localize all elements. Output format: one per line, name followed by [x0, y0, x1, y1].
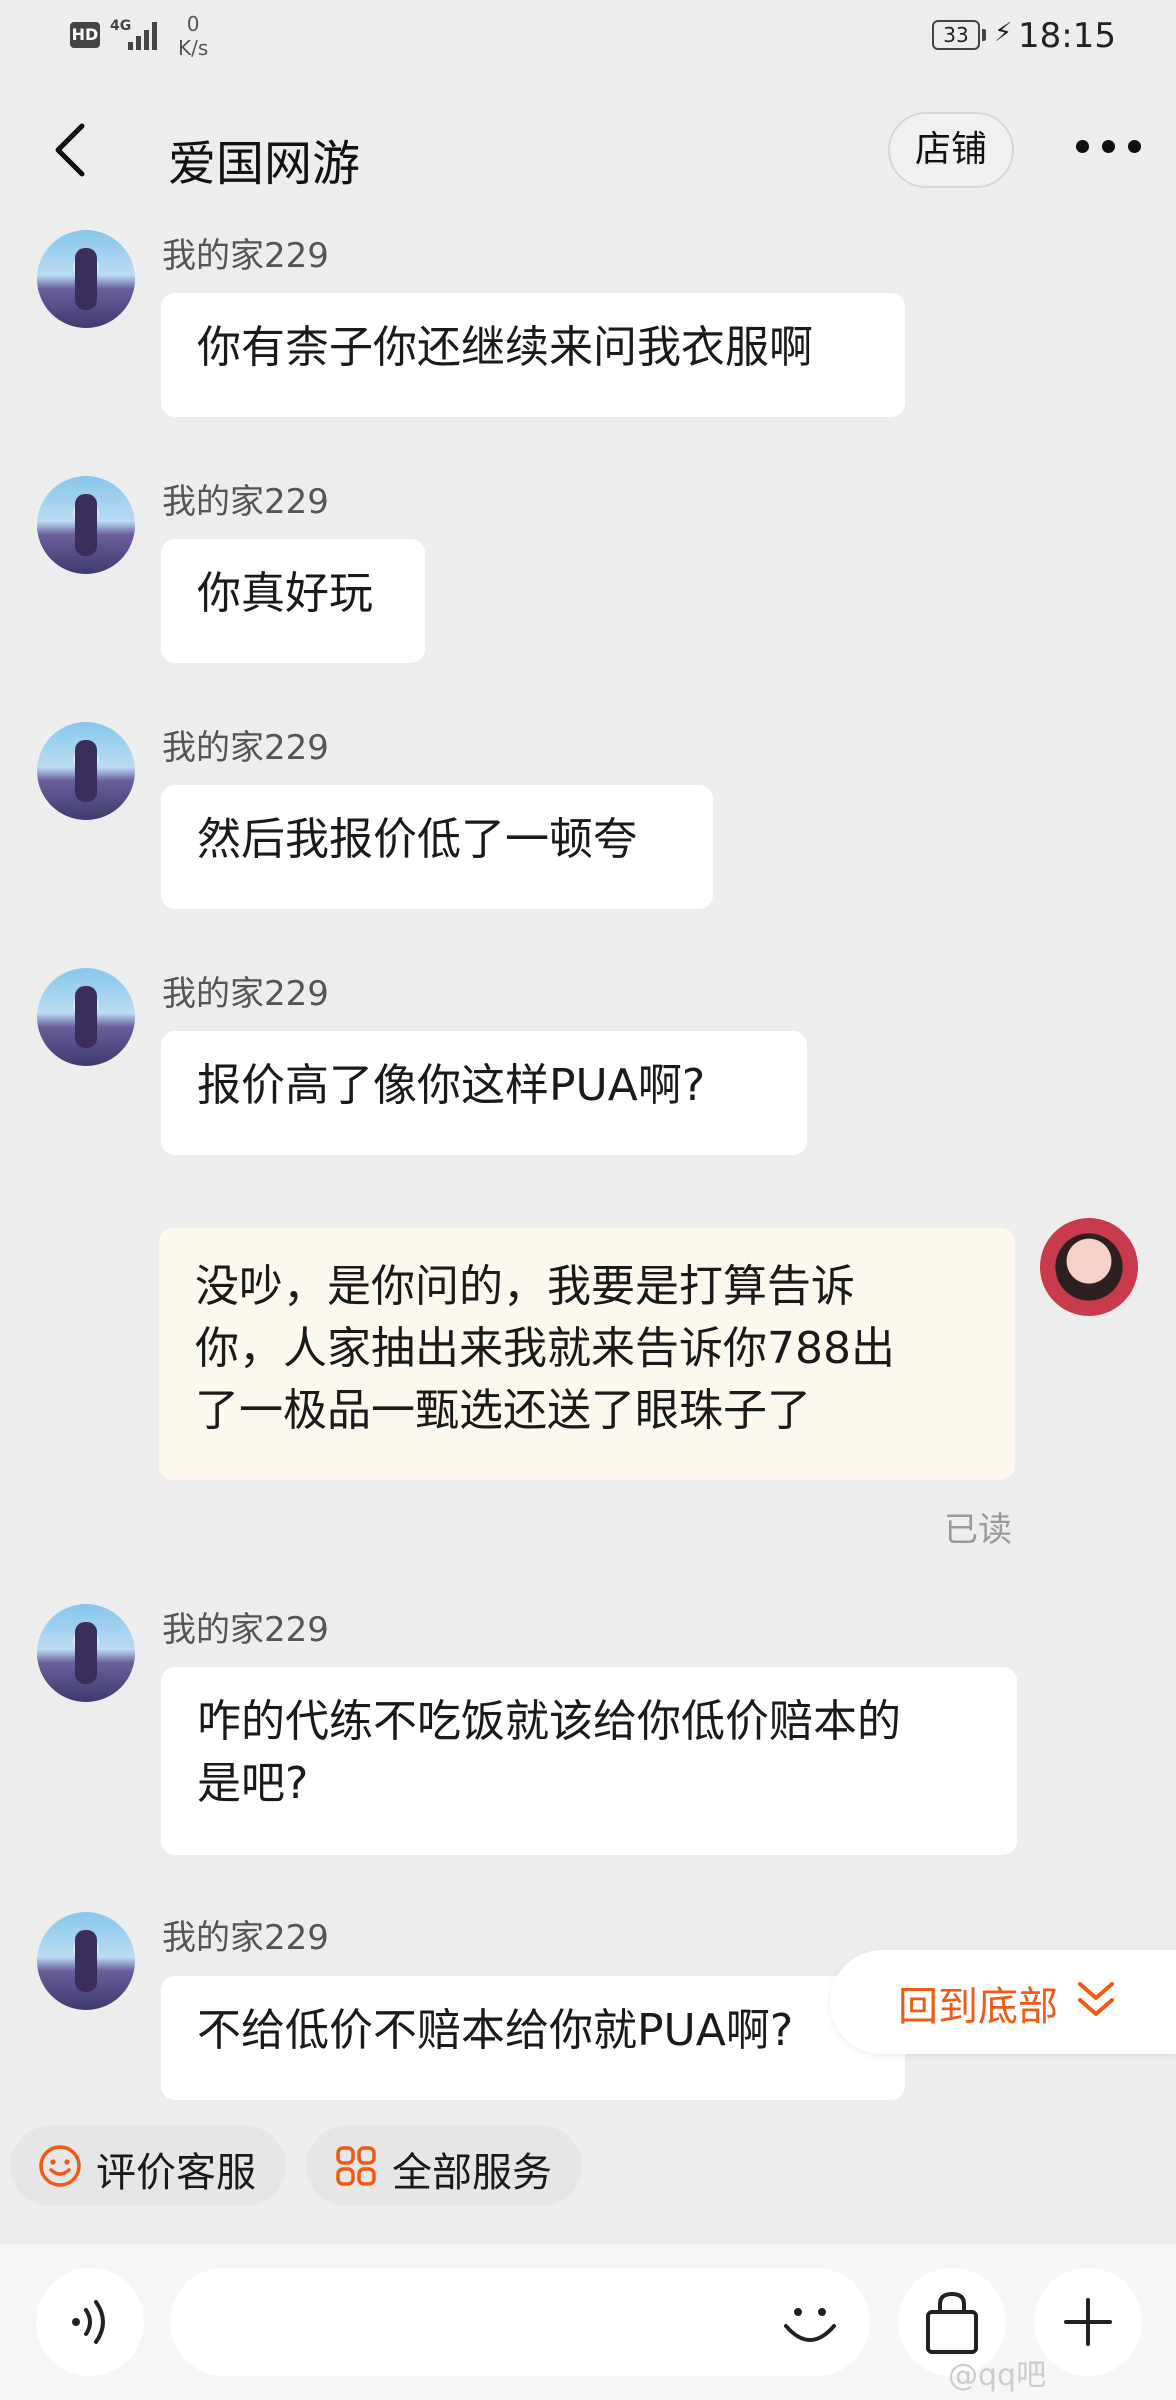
message-input[interactable]	[170, 2268, 870, 2376]
message-text: 你有柰子你还继续来问我衣服啊	[197, 322, 813, 373]
message-text: 不给低价不赔本给你就PUA啊?	[197, 2005, 794, 2056]
my-message-bubble[interactable]: 没吵，是你问的，我要是打算告诉 你，人家抽出来我就来告诉你788出 了一极品一甄…	[159, 1228, 1015, 1480]
message-line: 了一极品一甄选还送了眼珠子了	[195, 1385, 811, 1436]
status-bar: HD 4G 0 K/s 33 ⚡ 18:15	[0, 0, 1176, 80]
message-bubble[interactable]: 然后我报价低了一顿夸	[161, 785, 713, 909]
charging-icon: ⚡	[994, 18, 1013, 48]
hd-badge: HD	[70, 22, 100, 48]
sender-name: 我的家229	[162, 236, 329, 276]
back-arrow-icon	[55, 123, 85, 177]
message-bubble[interactable]: 你真好玩	[161, 539, 425, 663]
message-line: 咋的代练不吃饭就该给你低价赔本的	[197, 1696, 901, 1747]
avatar[interactable]	[37, 1912, 135, 2010]
watermark: @qq吧	[948, 2358, 1047, 2393]
avatar[interactable]	[37, 476, 135, 574]
sender-name: 我的家229	[162, 482, 329, 522]
signal-icon	[128, 22, 162, 50]
emoji-icon[interactable]	[780, 2296, 840, 2352]
chat-header: 爱国网游 店铺	[0, 80, 1176, 220]
message-text: 报价高了像你这样PUA啊?	[197, 1060, 706, 1111]
back-button[interactable]	[44, 120, 104, 180]
message-line: 是吧?	[197, 1758, 309, 1809]
sender-name: 我的家229	[162, 1610, 329, 1650]
more-dot-icon	[1102, 140, 1115, 153]
net-speed: 0 K/s	[178, 12, 208, 60]
message-bubble[interactable]: 咋的代练不吃饭就该给你低价赔本的 是吧?	[161, 1667, 1017, 1855]
back-to-bottom-label: 回到底部	[898, 1984, 1058, 2030]
smiley-icon	[39, 2145, 81, 2187]
message-text: 你真好玩	[197, 568, 373, 619]
more-dot-icon	[1128, 140, 1141, 153]
more-dot-icon	[1076, 140, 1089, 153]
avatar[interactable]	[37, 722, 135, 820]
page-title: 爱国网游	[168, 136, 361, 192]
chip-label: 评价客服	[96, 2150, 256, 2196]
message-bubble[interactable]: 报价高了像你这样PUA啊?	[161, 1031, 807, 1155]
read-status: 已读	[944, 1510, 1012, 1550]
all-services-chip[interactable]: 全部服务	[306, 2126, 582, 2206]
net-speed-unit: K/s	[178, 36, 209, 60]
sender-name: 我的家229	[162, 974, 329, 1014]
voice-button[interactable]	[36, 2268, 144, 2376]
shop-button[interactable]: 店铺	[888, 112, 1014, 188]
my-avatar[interactable]	[1040, 1218, 1138, 1316]
battery-icon: 33	[932, 20, 980, 50]
plus-icon	[1064, 2298, 1112, 2346]
more-button[interactable]	[1070, 126, 1150, 166]
avatar[interactable]	[37, 1604, 135, 1702]
double-chevron-down-icon	[1078, 1982, 1114, 2016]
plus-button[interactable]	[1034, 2268, 1142, 2376]
voice-icon	[72, 2300, 105, 2344]
message-line: 你，人家抽出来我就来告诉你788出	[195, 1323, 895, 1374]
sender-name: 我的家229	[162, 1918, 329, 1958]
grid-icon	[336, 2146, 376, 2186]
clock: 18:15	[1018, 16, 1116, 56]
battery-tip	[982, 29, 986, 41]
message-bubble[interactable]: 不给低价不赔本给你就PUA啊?	[161, 1976, 905, 2100]
message-line: 没吵，是你问的，我要是打算告诉	[195, 1261, 855, 1312]
avatar[interactable]	[37, 968, 135, 1066]
rate-service-chip[interactable]: 评价客服	[10, 2126, 286, 2206]
back-to-bottom-button[interactable]: 回到底部	[830, 1950, 1176, 2054]
message-bubble[interactable]: 你有柰子你还继续来问我衣服啊	[161, 293, 905, 417]
avatar[interactable]	[37, 230, 135, 328]
message-text: 然后我报价低了一顿夸	[197, 814, 637, 865]
sender-name: 我的家229	[162, 728, 329, 768]
net-speed-value: 0	[186, 12, 200, 36]
chip-label: 全部服务	[392, 2150, 552, 2196]
